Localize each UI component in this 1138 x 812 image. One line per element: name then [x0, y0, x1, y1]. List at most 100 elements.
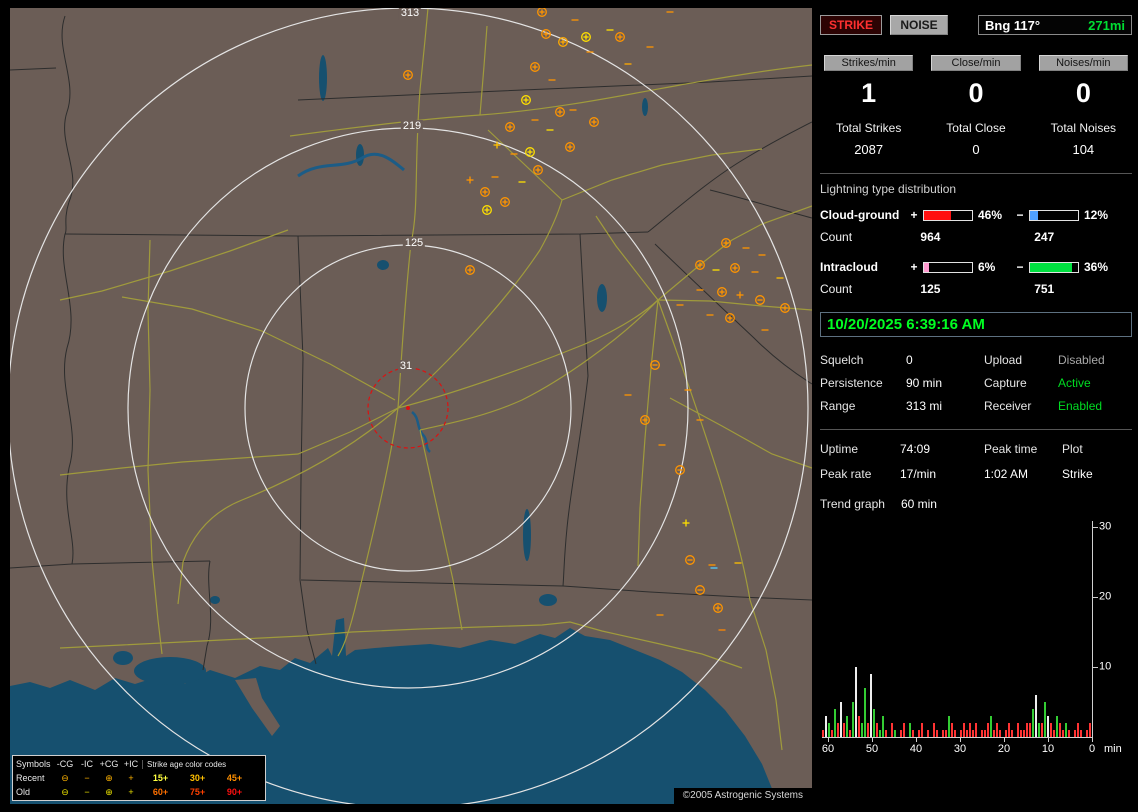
trend-bar	[996, 723, 998, 737]
ic-positive-bar	[923, 261, 973, 273]
trend-bar	[972, 730, 974, 737]
distribution-title: Lightning type distribution	[820, 182, 957, 196]
cg-positive-bar	[923, 209, 973, 221]
x-tick-label: 10	[1041, 743, 1055, 755]
trend-bar	[993, 730, 995, 737]
lightning-tracker-app: 313 219 125 31 Symbols -CG -IC +CG +IC Strike…	[0, 0, 1138, 812]
strikes-per-min-button[interactable]: Strikes/min	[823, 55, 914, 71]
trend-bar	[1077, 723, 1079, 737]
ic-negative-pct: 36%	[1084, 260, 1109, 274]
trend-bar	[1023, 730, 1025, 737]
uptime-value: 74:09	[900, 442, 931, 456]
trend-bar	[846, 716, 848, 737]
x-tick-label: 0	[1088, 743, 1096, 755]
trend-bar	[927, 730, 929, 737]
close-column: Close/min 0 Total Close 0	[927, 55, 1024, 157]
persistence-value: 90 min	[906, 376, 943, 390]
y-tick-label: 30	[1099, 520, 1112, 533]
legend-symbol-glyph: +	[128, 787, 134, 797]
y-axis	[1092, 521, 1093, 738]
trend-bar	[840, 702, 842, 737]
trend-bar	[984, 730, 986, 737]
trend-bar	[969, 723, 971, 737]
x-tick-label: 50	[865, 743, 879, 755]
x-tick-mark	[960, 738, 961, 742]
trend-bar	[912, 730, 914, 737]
trend-bar	[1041, 723, 1043, 737]
y-tick-label: 10	[1099, 660, 1112, 673]
y-tick-mark	[1092, 597, 1098, 598]
plot-label: Plot	[1062, 442, 1083, 456]
legend-column-header: +IC	[123, 759, 139, 769]
bearing-display: Bng 117° 271mi	[978, 15, 1132, 35]
legend-column-header: -IC	[81, 759, 93, 769]
x-tick-label: 20	[997, 743, 1011, 755]
cloud-ground-count-row: Count 964 247	[820, 230, 1132, 244]
bearing-distance: 271mi	[1088, 17, 1125, 33]
range-ring-label-313: 313	[398, 8, 422, 20]
minus-sign: −	[1016, 208, 1024, 222]
legend-age-title: Strike age color codes	[142, 759, 262, 769]
legend-age-code: 45+	[226, 773, 243, 783]
noises-per-min-button[interactable]: Noises/min	[1038, 55, 1129, 71]
receiver-status-grid: Squelch 0 Upload Disabled Persistence 90…	[820, 353, 1132, 413]
legend-symbol-glyph: −	[84, 787, 90, 797]
trend-graph-label: Trend graph	[820, 497, 885, 511]
trend-bar	[933, 723, 935, 737]
trend-bar	[891, 723, 893, 737]
trend-bar	[876, 723, 878, 737]
x-tick-label: 40	[909, 743, 923, 755]
trend-bar	[870, 674, 872, 737]
trend-bar	[960, 730, 962, 737]
trend-bar	[1029, 723, 1031, 737]
x-tick-mark	[1092, 738, 1093, 742]
legend-symbols-title: Symbols	[16, 759, 51, 769]
strike-mode-button[interactable]: STRIKE	[820, 15, 882, 35]
total-close-label: Total Close	[946, 121, 1006, 135]
trend-bar	[1035, 695, 1037, 737]
total-close-value: 0	[972, 142, 980, 157]
ic-negative-count: 751	[1034, 282, 1055, 296]
trend-bar	[990, 716, 992, 737]
trend-bar	[858, 716, 860, 737]
total-noises-value: 104	[1072, 142, 1095, 157]
status-panel: STRIKE NOISE Bng 117° 271mi Strikes/min …	[820, 8, 1132, 804]
count-label: Count	[820, 230, 853, 244]
trend-bar	[879, 730, 881, 737]
receiver-location-dot	[406, 406, 410, 410]
strike-map[interactable]: 313 219 125 31 Symbols -CG -IC +CG +IC Strike…	[10, 8, 812, 804]
noise-mode-button[interactable]: NOISE	[890, 15, 948, 35]
cloud-ground-label: Cloud-ground	[820, 208, 900, 222]
trend-bar	[831, 730, 833, 737]
trend-bar	[987, 723, 989, 737]
trend-bar	[1068, 730, 1070, 737]
x-tick-mark	[872, 738, 873, 742]
plus-sign: +	[910, 260, 918, 274]
trend-graph: 30 20 10 60 50 40 30 20 10 0 min	[820, 520, 1132, 771]
trend-bar	[861, 723, 863, 737]
range-ring-label-125: 125	[402, 237, 426, 250]
trend-bar	[1032, 709, 1034, 737]
trend-bar	[942, 730, 944, 737]
trend-bar	[1053, 730, 1055, 737]
upload-value: Disabled	[1058, 353, 1105, 367]
trend-bar	[1056, 716, 1058, 737]
trend-bar	[981, 730, 983, 737]
trend-bar	[1050, 723, 1052, 737]
trend-bar	[1089, 723, 1091, 737]
legend-age-code: 30+	[189, 773, 206, 783]
close-per-min-button[interactable]: Close/min	[931, 55, 1021, 71]
timestamp: 10/20/2025 6:39:16 AM	[820, 312, 1132, 337]
legend-column-header: +CG	[99, 759, 119, 769]
y-tick-mark	[1092, 527, 1098, 528]
trend-bar	[909, 723, 911, 737]
trend-bar	[1017, 723, 1019, 737]
legend-row-label: Recent	[16, 773, 45, 783]
x-tick-mark	[1004, 738, 1005, 742]
range-label: Range	[820, 399, 856, 413]
trend-bar	[849, 730, 851, 737]
strikes-per-min-value: 1	[861, 78, 877, 108]
trend-bar	[951, 723, 953, 737]
total-noises-label: Total Noises	[1050, 121, 1117, 135]
noises-column: Noises/min 0 Total Noises 104	[1035, 55, 1132, 157]
